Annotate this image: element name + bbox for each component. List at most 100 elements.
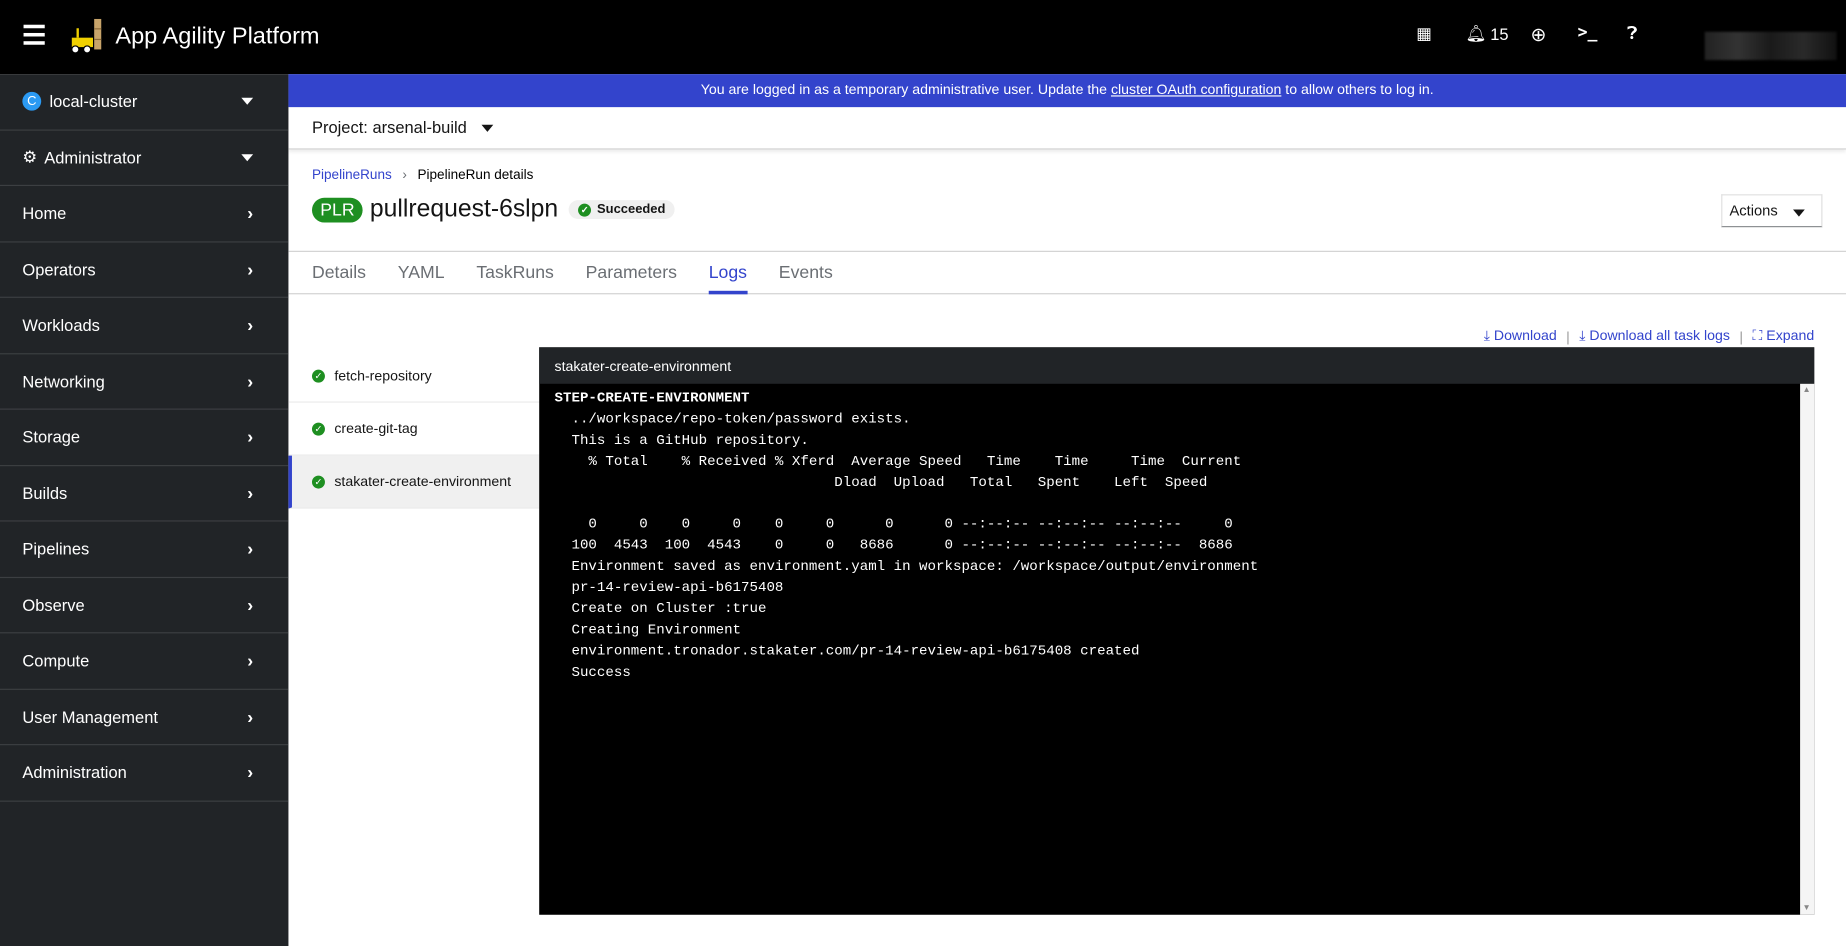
sidebar-item-home[interactable]: Home › xyxy=(0,186,289,242)
log-line: Create on Cluster :true xyxy=(554,600,767,617)
chevron-right-icon: › xyxy=(247,371,254,392)
chevron-right-icon: › xyxy=(402,168,407,183)
sidebar-item-workloads[interactable]: Workloads › xyxy=(0,298,289,354)
divider: | xyxy=(1566,327,1570,345)
caret-down-icon xyxy=(1793,209,1805,217)
log-actions: ⤓ Download | ⤓ Download all task logs | … xyxy=(1484,327,1815,345)
brand-title: App Agility Platform xyxy=(115,23,320,50)
log-line: Dload Upload Total Spent Left Speed xyxy=(554,474,1208,491)
task-label: fetch-repository xyxy=(334,367,432,384)
resource-badge: PLR xyxy=(311,197,363,222)
help-icon[interactable]: ❓︎ xyxy=(1627,24,1638,44)
breadcrumb: PipelineRuns › PipelineRun details xyxy=(312,168,533,182)
tab-events[interactable]: Events xyxy=(779,252,833,294)
caret-down-icon xyxy=(241,97,254,105)
hamburger-menu-icon[interactable] xyxy=(23,24,45,45)
download-label: Download xyxy=(1493,327,1557,344)
download-all-button[interactable]: ⤓ Download all task logs xyxy=(1579,327,1730,345)
sidebar-item-observe[interactable]: Observe › xyxy=(0,577,289,634)
tab-bar: Details YAML TaskRuns Parameters Logs Events xyxy=(288,250,1846,295)
cluster-switcher[interactable]: Clocal-cluster xyxy=(0,74,289,131)
sidebar-item-pipelines[interactable]: Pipelines › xyxy=(0,522,289,578)
actions-dropdown[interactable]: Actions xyxy=(1721,194,1823,228)
logo-icon xyxy=(71,18,102,54)
expand-label: Expand xyxy=(1766,327,1815,344)
check-circle-icon: ✓ xyxy=(578,203,592,217)
log-scrollbar[interactable] xyxy=(1800,383,1815,915)
sidebar-item-label: Home xyxy=(22,203,67,223)
notifications-button[interactable]: 🔔︎ 15 xyxy=(1466,24,1509,44)
sidebar-item-administration[interactable]: Administration › xyxy=(0,745,289,802)
log-line: This is a GitHub repository. xyxy=(554,431,809,449)
tab-details[interactable]: Details xyxy=(312,252,366,294)
log-line: pr-14-review-api-b6175408 xyxy=(554,579,784,596)
user-menu[interactable] xyxy=(1704,31,1837,61)
caret-down-icon xyxy=(241,153,254,161)
breadcrumb-pipelineruns[interactable]: PipelineRuns xyxy=(312,168,392,182)
task-label: create-git-tag xyxy=(334,420,418,437)
chevron-right-icon: › xyxy=(247,651,254,672)
chevron-right-icon: › xyxy=(247,203,254,224)
status-label: Succeeded xyxy=(597,202,666,217)
sidebar-item-label: Pipelines xyxy=(22,539,90,559)
chevron-right-icon: › xyxy=(247,706,254,727)
tab-logs[interactable]: Logs xyxy=(708,252,748,295)
actions-label: Actions xyxy=(1729,202,1778,219)
divider: | xyxy=(1739,327,1744,345)
sidebar-item-storage[interactable]: Storage › xyxy=(0,410,289,466)
cluster-label: local-cluster xyxy=(49,92,138,111)
check-circle-icon: ✓ xyxy=(311,475,325,488)
oauth-config-link[interactable]: cluster OAuth configuration xyxy=(1111,81,1281,97)
task-item[interactable]: ✓ create-git-tag xyxy=(288,403,540,456)
check-circle-icon: ✓ xyxy=(311,422,325,436)
pipelinerun-name: pullrequest-6slpn xyxy=(369,195,559,223)
project-selector[interactable]: Project: arsenal-build xyxy=(288,107,1846,150)
sidebar: Clocal-cluster ⚙︎ Administrator Home › Oper… xyxy=(0,74,289,946)
log-line: ../workspace/repo-token/password exists. xyxy=(554,410,911,428)
bell-icon: 🔔︎ xyxy=(1465,23,1487,43)
sidebar-item-label: Storage xyxy=(22,427,81,447)
perspective-label: Administrator xyxy=(44,148,142,167)
log-line: 100 4543 100 4543 0 0 8686 0 --:--:-- --… xyxy=(554,537,1233,554)
chevron-right-icon: › xyxy=(247,427,254,448)
banner-text: You are logged in as a temporary adminis… xyxy=(700,81,1111,98)
log-line: 0 0 0 0 0 0 0 0 --:--:-- --:--:-- --:--:… xyxy=(554,516,1233,533)
chevron-right-icon: › xyxy=(247,762,254,783)
terminal-icon[interactable]: >_ xyxy=(1578,24,1598,43)
chevron-right-icon: › xyxy=(247,483,254,504)
task-item[interactable]: ✓ fetch-repository xyxy=(288,350,540,403)
sidebar-item-operators[interactable]: Operators › xyxy=(0,242,289,298)
sidebar-item-networking[interactable]: Networking › xyxy=(0,354,289,410)
download-all-label: Download all task logs xyxy=(1589,327,1730,344)
tab-yaml[interactable]: YAML xyxy=(398,252,445,294)
log-line: Success xyxy=(554,663,631,681)
log-line: environment.tronador.stakater.com/pr-14-… xyxy=(554,642,1140,660)
log-step: STEP-CREATE-ENVIRONMENT xyxy=(554,389,750,407)
sidebar-item-user-management[interactable]: User Management › xyxy=(0,689,289,746)
task-item[interactable]: ✓ stakater-create-environment xyxy=(288,455,540,509)
log-content: STEP-CREATE-ENVIRONMENT ../workspace/rep… xyxy=(539,384,1814,689)
sidebar-item-builds[interactable]: Builds › xyxy=(0,466,289,522)
app-launcher-icon[interactable]: ▦ xyxy=(1416,24,1432,44)
chevron-right-icon: › xyxy=(247,539,254,560)
sidebar-item-label: Compute xyxy=(22,651,90,671)
log-line: Creating Environment xyxy=(554,621,742,639)
add-icon[interactable]: ⊕ xyxy=(1530,24,1546,48)
page-title: PLR pullrequest-6slpn ✓ Succeeded xyxy=(311,195,675,223)
sidebar-item-label: User Management xyxy=(22,707,158,727)
sidebar-item-compute[interactable]: Compute › xyxy=(0,633,289,690)
sidebar-item-label: Builds xyxy=(22,483,68,503)
cluster-badge: C xyxy=(22,92,42,111)
sidebar-item-label: Administration xyxy=(22,763,127,783)
masthead: App Agility Platform ▦ 🔔︎ 15 ⊕ >_ ❓︎ xyxy=(0,0,1846,75)
tab-parameters[interactable]: Parameters xyxy=(586,252,677,294)
expand-button[interactable]: ⛶ Expand xyxy=(1752,327,1814,345)
log-viewer: stakater-create-environment STEP-CREATE-… xyxy=(539,347,1815,915)
tab-taskruns[interactable]: TaskRuns xyxy=(476,252,554,294)
temporary-admin-banner: You are logged in as a temporary adminis… xyxy=(288,74,1846,108)
project-label: Project: arsenal-build xyxy=(311,117,467,137)
notification-count: 15 xyxy=(1490,24,1509,43)
log-line: Environment saved as environment.yaml in… xyxy=(554,558,1259,575)
perspective-switcher[interactable]: ⚙︎ Administrator xyxy=(0,130,289,187)
download-button[interactable]: ⤓ Download xyxy=(1484,327,1557,345)
